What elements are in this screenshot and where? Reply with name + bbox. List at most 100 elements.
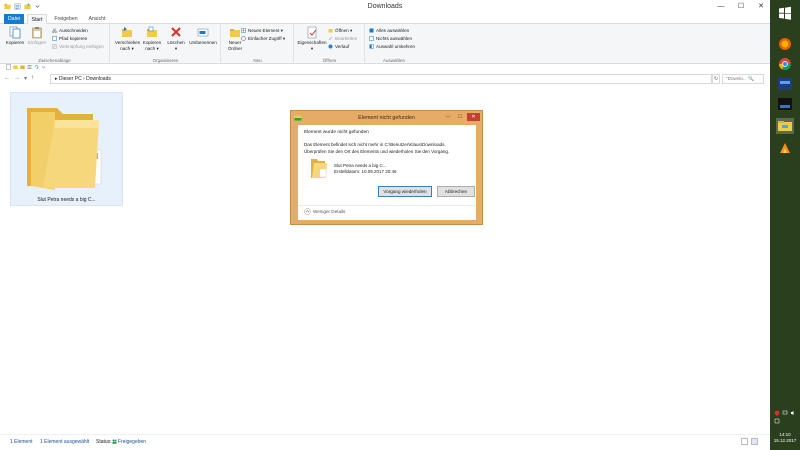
folder-icon[interactable]: [13, 64, 18, 70]
rename-button[interactable]: Umbenennen: [189, 26, 217, 54]
copy-path-label: Pfad kopieren: [59, 36, 88, 41]
forward-button[interactable]: →: [14, 75, 20, 82]
dialog-divider: [298, 205, 476, 206]
refresh-button[interactable]: ↻: [712, 74, 720, 84]
dialog-file-name: Slut Petra needs a big C...: [334, 163, 387, 168]
selected-count: 1 Element ausgewählt: [40, 439, 90, 445]
open-button[interactable]: Öffnen ▾: [328, 27, 352, 34]
tab-ansicht[interactable]: Ansicht: [84, 14, 110, 24]
windows-start-icon[interactable]: [778, 6, 792, 20]
select-all-button[interactable]: Alles auswählen: [369, 27, 409, 34]
details-view-icon[interactable]: [741, 438, 748, 445]
nav-buttons: ← → ▾ ↑: [4, 75, 34, 82]
status-bar: 1 Element 1 Element ausgewählt Status: F…: [0, 434, 770, 450]
tab-start[interactable]: Start: [27, 14, 47, 24]
dialog-file-date: Erstelldatum: 10.09.2017 20:46: [334, 169, 397, 174]
properties-button[interactable]: Eigenschaften ▾: [297, 26, 327, 54]
history-label: Verlauf: [335, 44, 350, 49]
large-icons-view-icon[interactable]: [751, 438, 758, 445]
copy-label: Kopieren: [5, 40, 25, 45]
history-button[interactable]: Verlauf: [328, 43, 349, 50]
status-label: Status:: [96, 439, 112, 445]
cancel-button[interactable]: Abbrechen: [437, 186, 475, 197]
up-button[interactable]: ↑: [31, 75, 34, 82]
retry-button[interactable]: Vorgang wiederholen: [378, 186, 432, 197]
dialog-close-button[interactable]: ✕: [467, 113, 480, 121]
copy-to-button[interactable]: Kopieren nach ▾: [141, 26, 163, 54]
properties-label: Eigenschaften: [297, 40, 327, 45]
clipboard-icon: [32, 27, 42, 39]
dropdown-arrow-icon[interactable]: [41, 64, 46, 70]
list-item[interactable]: Slut Petra needs a big C...: [10, 92, 123, 206]
copy-button[interactable]: Kopieren: [4, 26, 26, 54]
move-folder-icon: [122, 27, 132, 37]
new-folder-label: Neuer: [228, 40, 242, 45]
system-tray: [774, 410, 796, 424]
view-switcher: [741, 438, 758, 445]
taskbar-app-explorer[interactable]: [776, 118, 794, 134]
new-item-icon: [241, 28, 246, 33]
taskbar-app-dark[interactable]: [776, 96, 794, 112]
dialog-message-line-2: Überprüfen Sie den Ort des Elements und …: [304, 149, 450, 154]
invert-selection-button[interactable]: Auswahl umkehren: [369, 43, 415, 50]
firefox-icon: [779, 38, 791, 50]
volume-icon[interactable]: [790, 410, 796, 416]
address-input[interactable]: ▸ Dieser PC › Downloads: [50, 74, 712, 84]
minimize-button[interactable]: —: [714, 2, 728, 11]
dialog-minimize-button[interactable]: —: [443, 113, 453, 121]
edit-label: Bearbeiten: [335, 36, 358, 41]
easy-access-button[interactable]: Einfacher Zugriff ▾: [241, 35, 285, 42]
tab-datei[interactable]: Datei: [4, 14, 24, 24]
chrome-icon: [779, 58, 791, 71]
select-none-label: Nichts auswählen: [376, 36, 413, 41]
paste-button[interactable]: Einfügen: [26, 26, 48, 54]
maximize-button[interactable]: ☐: [734, 2, 748, 11]
copy-icon: [9, 26, 21, 39]
taskbar: 14:10 15.12.2017: [770, 0, 800, 450]
shield-icon[interactable]: [774, 410, 780, 416]
delete-button[interactable]: Löschen ▾: [165, 26, 187, 54]
rename-label: Umbenennen: [189, 40, 217, 45]
close-button[interactable]: ✕: [754, 2, 768, 11]
dialog-title-bar: Element nicht gefunden — ☐ ✕: [291, 111, 482, 125]
folder-icon[interactable]: [20, 64, 25, 70]
undo-icon[interactable]: [34, 64, 39, 70]
move-to-button[interactable]: Verschieben nach ▾: [115, 26, 140, 54]
tab-freigeben[interactable]: Freigeben: [52, 14, 80, 24]
history-icon: [328, 44, 333, 49]
path-icon: [52, 36, 57, 41]
select-none-button[interactable]: Nichts auswählen: [369, 35, 412, 42]
group-select: Alles auswählen Nichts auswählen Auswahl…: [366, 24, 422, 64]
move-to-label-2: nach ▾: [120, 45, 134, 51]
language-icon[interactable]: [774, 418, 780, 424]
less-details-button[interactable]: Weniger Details: [304, 208, 345, 215]
search-input[interactable]: "Downlo... 🔍: [722, 74, 764, 84]
delete-label-2: ▾: [174, 45, 178, 51]
dialog-maximize-button[interactable]: ☐: [455, 113, 465, 121]
cut-button[interactable]: Ausschneiden: [52, 27, 88, 34]
address-bar: ← → ▾ ↑ ▸ Dieser PC › Downloads ↻ "Downl…: [0, 72, 770, 86]
group-label-new: Neu: [253, 58, 262, 63]
edit-button[interactable]: Bearbeiten: [328, 35, 357, 42]
file-explorer-icon: [778, 121, 792, 131]
taskbar-clock[interactable]: 14:10 15.12.2017: [770, 432, 800, 444]
taskbar-app-chrome[interactable]: [776, 56, 794, 72]
back-button[interactable]: ←: [4, 75, 10, 82]
taskbar-app-media[interactable]: [776, 76, 794, 92]
shared-users-icon: [112, 439, 117, 444]
copy-path-button[interactable]: Pfad kopieren: [52, 35, 87, 42]
recent-locations-button[interactable]: ▾: [24, 75, 27, 82]
ribbon: Kopieren Einfügen Ausschneiden Pfad kopi…: [0, 24, 770, 64]
list-icon[interactable]: [27, 64, 32, 70]
window-title: Downloads: [367, 3, 403, 10]
taskbar-app-other[interactable]: [776, 140, 794, 156]
ribbon-tabs: Datei Start Freigeben Ansicht: [0, 14, 770, 24]
page-icon[interactable]: [6, 64, 11, 70]
group-new: Neuer Ordner Neues Element ▾ Einfacher Z…: [222, 24, 294, 64]
taskbar-app-firefox[interactable]: [776, 36, 794, 52]
shortcut-icon: [52, 44, 57, 49]
paste-shortcut-button[interactable]: Verknüpfung einfügen: [52, 43, 104, 50]
network-icon[interactable]: [782, 410, 788, 416]
file-explorer-window: Downloads — ☐ ✕ Datei Start Freigeben An…: [0, 0, 770, 450]
new-item-button[interactable]: Neues Element ▾: [241, 27, 283, 34]
